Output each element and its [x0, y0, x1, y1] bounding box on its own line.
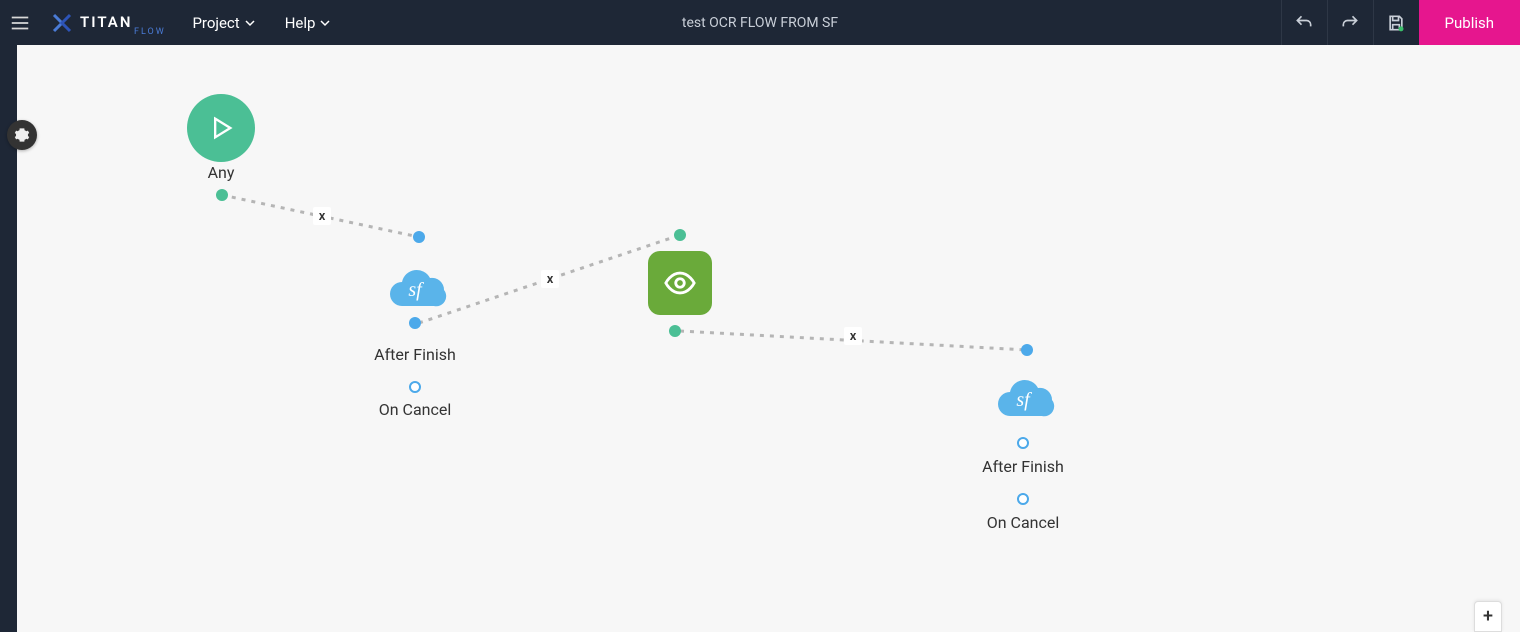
- undo-button[interactable]: [1281, 0, 1327, 45]
- sf1-after-port[interactable]: [409, 317, 421, 329]
- menu-help-label: Help: [285, 14, 316, 32]
- top-bar: TITAN FLOW Project Help test OCR FLOW FR…: [0, 0, 1520, 45]
- start-node-label: Any: [208, 163, 235, 182]
- edge-delete-2[interactable]: x: [541, 270, 559, 288]
- logo-title: TITAN: [80, 15, 132, 30]
- sf2-after-port[interactable]: [1017, 437, 1029, 449]
- chevron-down-icon: [320, 18, 330, 28]
- logo-subtitle: FLOW: [134, 27, 166, 37]
- main-menu: Project Help: [192, 14, 330, 32]
- redo-button[interactable]: [1327, 0, 1373, 45]
- undo-icon: [1294, 13, 1314, 33]
- ocr-in-port[interactable]: [674, 229, 686, 241]
- hamburger-menu[interactable]: [0, 12, 40, 34]
- publish-button[interactable]: Publish: [1419, 0, 1520, 45]
- settings-fab[interactable]: [7, 120, 37, 150]
- save-button[interactable]: [1373, 0, 1419, 45]
- salesforce-node-1[interactable]: sf: [382, 266, 448, 312]
- cloud-icon: sf: [382, 266, 448, 312]
- start-out-port[interactable]: [216, 189, 228, 201]
- flow-canvas[interactable]: Any x sf After Finish On Cancel x x sf A…: [17, 45, 1520, 632]
- toolbar-right: Publish: [1281, 0, 1520, 45]
- cloud-icon: sf: [990, 376, 1056, 422]
- zoom-in-icon: +: [1483, 606, 1493, 627]
- sf2-cancel-label: On Cancel: [987, 513, 1060, 532]
- logo[interactable]: TITAN: [50, 11, 132, 35]
- publish-label: Publish: [1445, 14, 1494, 32]
- salesforce-node-2[interactable]: sf: [990, 376, 1056, 422]
- sf2-after-label: After Finish: [982, 457, 1064, 476]
- zoom-control[interactable]: +: [1474, 601, 1502, 632]
- hamburger-icon: [9, 12, 31, 34]
- menu-project[interactable]: Project: [192, 14, 254, 32]
- sf1-cancel-label: On Cancel: [379, 400, 452, 419]
- edge-delete-3[interactable]: x: [844, 327, 862, 345]
- sf1-after-label: After Finish: [374, 345, 456, 364]
- sf2-in-port[interactable]: [1021, 344, 1033, 356]
- ocr-node[interactable]: [648, 251, 712, 315]
- document-title: test OCR FLOW FROM SF: [682, 15, 838, 31]
- save-icon: [1386, 13, 1406, 33]
- logo-mark-icon: [50, 11, 74, 35]
- menu-help[interactable]: Help: [285, 14, 331, 32]
- edge-delete-1[interactable]: x: [313, 207, 331, 225]
- sf1-cancel-port[interactable]: [409, 381, 421, 393]
- chevron-down-icon: [245, 18, 255, 28]
- redo-icon: [1340, 13, 1360, 33]
- sf1-in-port[interactable]: [413, 231, 425, 243]
- eye-icon: [663, 266, 697, 300]
- ocr-out-port[interactable]: [669, 325, 681, 337]
- start-node[interactable]: [187, 94, 255, 162]
- play-icon: [207, 114, 235, 142]
- sf2-cancel-port[interactable]: [1017, 493, 1029, 505]
- menu-project-label: Project: [192, 14, 239, 32]
- gear-icon: [14, 127, 30, 143]
